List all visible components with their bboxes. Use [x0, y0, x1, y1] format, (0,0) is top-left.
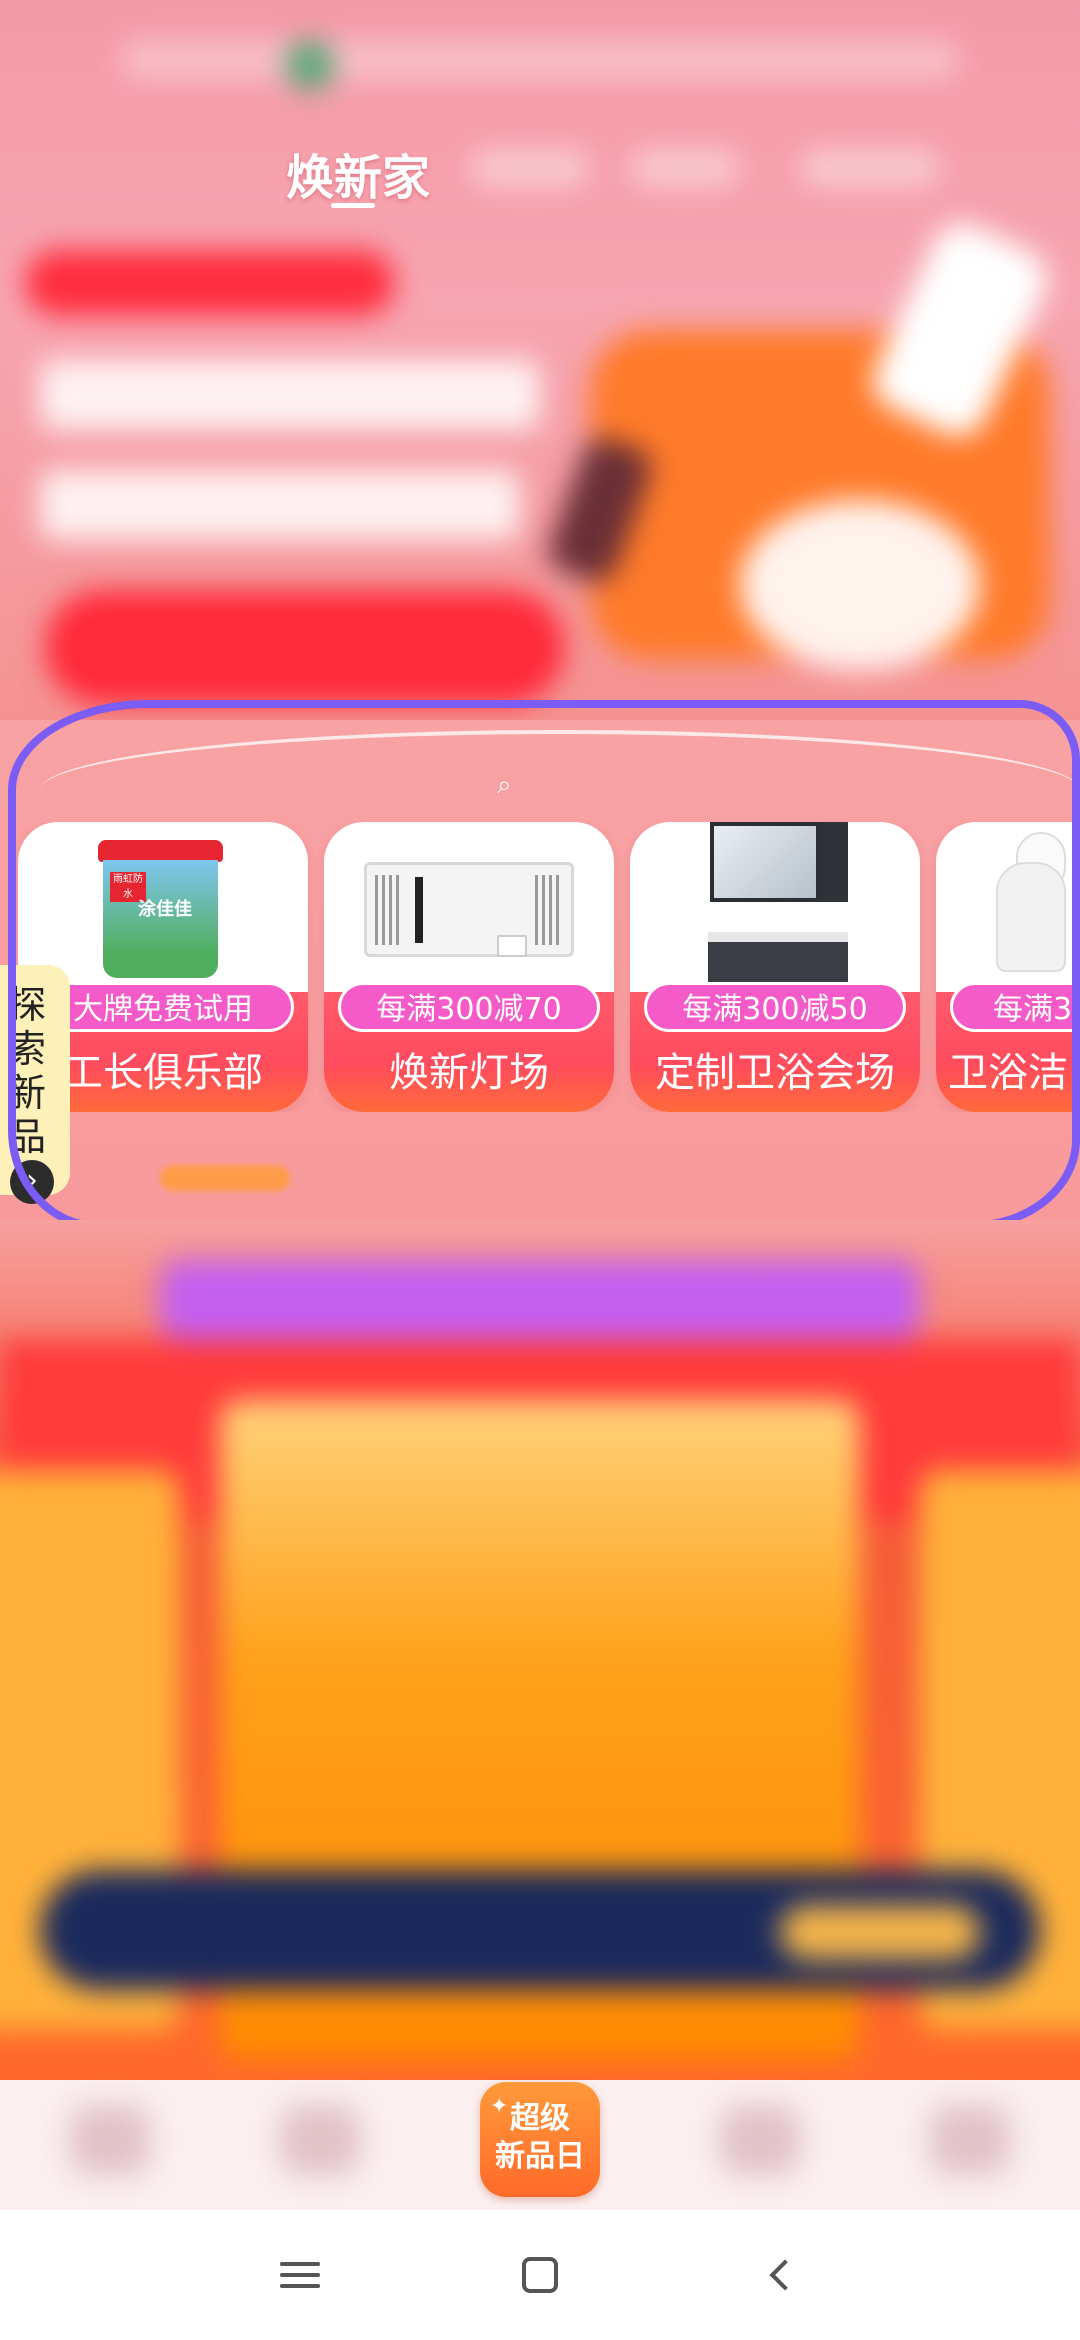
tab-icon[interactable] [720, 2105, 800, 2175]
feed-section[interactable] [0, 1220, 1080, 2100]
category-name: 定制卫浴会场 [655, 1050, 895, 1096]
system-nav-bar [0, 2210, 1080, 2340]
promo-headline [40, 360, 540, 430]
hero-banner[interactable] [0, 0, 1080, 760]
tab-icon[interactable] [70, 2105, 150, 2175]
tab-icon[interactable] [930, 2105, 1010, 2175]
status-icon [285, 40, 335, 90]
home-button[interactable] [500, 2240, 580, 2310]
category-name: 卫浴洁 [948, 1050, 1068, 1096]
category-name: 焕新灯场 [389, 1050, 549, 1096]
carousel-indicator [160, 1165, 290, 1191]
promo-subline [40, 470, 520, 540]
promo-tag: 大牌免费试用 [32, 982, 294, 1032]
menu-button[interactable] [260, 2240, 340, 2310]
promo-tag: 每满300减 [950, 982, 1080, 1032]
chevron-right-icon[interactable]: › [10, 1160, 54, 1204]
tab-icon[interactable] [280, 2105, 360, 2175]
category-card[interactable]: 每满300减70 焕新灯场 [324, 822, 614, 1112]
status-bar [120, 40, 960, 80]
promo-pill [25, 250, 395, 316]
back-button[interactable] [740, 2240, 820, 2310]
bucket-name-label: 涂佳佳 [138, 899, 192, 920]
super-new-day-badge[interactable]: ✦ 超级 新品日 [480, 2082, 600, 2197]
badge-line-2: 新品日 [495, 2139, 585, 2174]
side-tab-label: 探索新品 [8, 983, 47, 1159]
menu-icon [280, 2255, 320, 2295]
back-icon [769, 2259, 801, 2291]
promo-button[interactable] [45, 590, 565, 705]
vanity-image [708, 932, 848, 982]
tab-blurred[interactable] [630, 150, 740, 186]
home-icon [522, 2257, 558, 2293]
tab-blurred[interactable] [800, 150, 940, 186]
category-card[interactable]: 每满300减50 定制卫浴会场 [630, 822, 920, 1112]
category-carousel[interactable]: 雨虹防水 涂佳佳 大牌免费试用 工长俱乐部 每满300减70 焕新灯场 每满30… [0, 822, 1080, 1112]
tab-active-title[interactable]: 焕新家 [283, 138, 433, 208]
tab-active-indicator [331, 203, 375, 208]
product-image [324, 822, 614, 982]
product-image: 雨虹防水 涂佳佳 [18, 822, 308, 982]
product-image [630, 822, 920, 982]
product-image [740, 500, 980, 670]
mirror-cabinet-image [710, 822, 820, 902]
section-header [160, 1260, 920, 1340]
promo-tag: 每满300减70 [338, 982, 600, 1032]
paint-bucket-image: 雨虹防水 涂佳佳 [98, 840, 223, 980]
tab-blurred[interactable] [470, 150, 590, 186]
product-image [936, 822, 1080, 982]
promo-tag: 每满300减50 [644, 982, 906, 1032]
category-card[interactable]: 每满300减 卫浴洁 [936, 822, 1080, 1112]
search-icon: ⌕ [497, 770, 512, 800]
sparkle-icon: ✦ [490, 2094, 509, 2119]
bath-heater-image [364, 862, 574, 957]
promo-bar-button[interactable] [780, 1905, 980, 1960]
